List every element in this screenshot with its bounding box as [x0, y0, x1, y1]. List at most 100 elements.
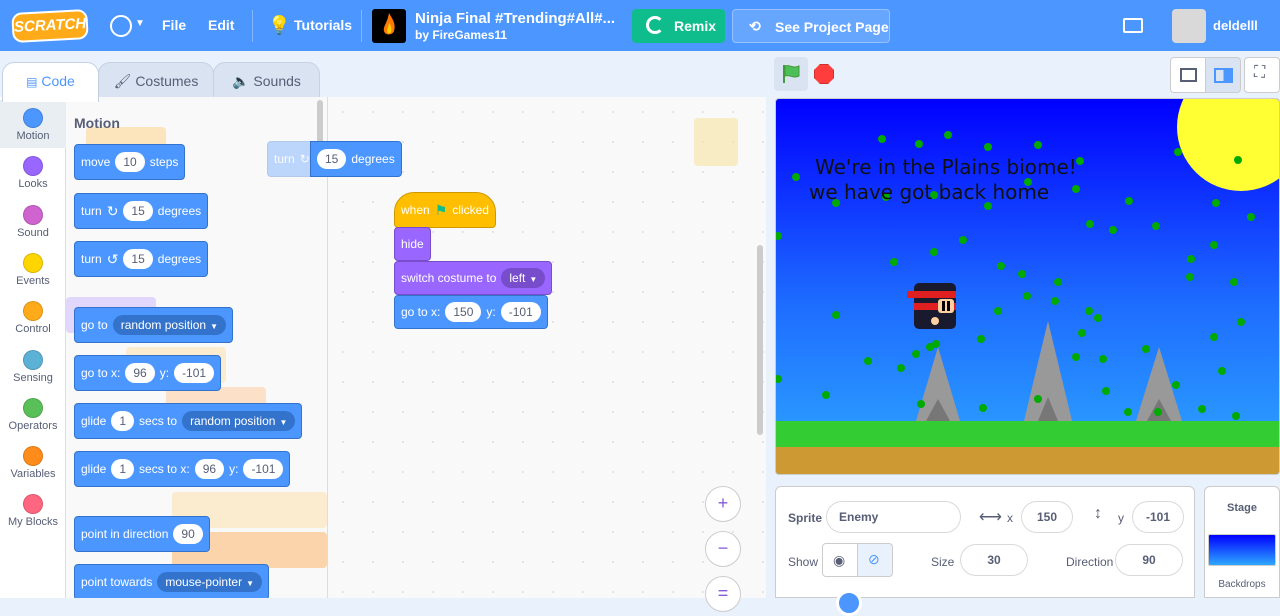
stage-say-line-1: We're in the Plains biome! [815, 155, 1077, 179]
point-direction-block[interactable]: point in direction 90 [74, 516, 210, 552]
tab-costumes-label: Costumes [135, 73, 199, 89]
direction-input[interactable]: 90 [173, 524, 203, 544]
stage-thumbnail[interactable] [1208, 534, 1276, 566]
category-control[interactable]: Control [0, 293, 66, 341]
sprite-label: Sprite [788, 511, 823, 525]
tab-sounds[interactable]: 🔈 Sounds [213, 62, 320, 100]
see-project-page-button[interactable]: ⟲ See Project Page [732, 9, 890, 43]
x-label: x [1007, 511, 1013, 525]
zoom-reset-button[interactable]: = [705, 576, 741, 612]
glide-to-block[interactable]: glide 1 secs to random position ▼ [74, 403, 303, 439]
show-hidden-button[interactable]: ⊘ [857, 543, 893, 577]
degrees-input[interactable]: 15 [317, 149, 347, 169]
sprite-name-input[interactable]: Enemy [826, 501, 961, 533]
block-text: clicked [452, 203, 489, 217]
target-dropdown[interactable]: random position ▼ [182, 411, 296, 431]
block-text: turn [81, 252, 102, 266]
point-towards-block[interactable]: point towards mouse-pointer ▼ [74, 564, 270, 598]
secs-input[interactable]: 1 [111, 411, 135, 431]
secs-input[interactable]: 1 [111, 459, 135, 479]
edit-menu[interactable]: Edit [208, 17, 234, 33]
x-input[interactable]: 150 [1021, 501, 1073, 533]
steps-input[interactable]: 10 [115, 152, 145, 172]
degrees-input[interactable]: 15 [123, 201, 153, 221]
fullscreen-button[interactable]: ⛶ [1244, 57, 1280, 93]
file-menu[interactable]: File [162, 17, 186, 33]
target-dropdown[interactable]: random position ▼ [112, 315, 227, 335]
x-input[interactable]: 96 [194, 459, 225, 479]
category-label: Sensing [13, 371, 53, 384]
block-text: glide [81, 414, 107, 428]
lightbulb-icon: 💡 [268, 15, 291, 35]
costume-dropdown[interactable]: left ▼ [501, 268, 546, 288]
tutorials-menu[interactable]: Tutorials [294, 17, 352, 33]
turn-right-block[interactable]: turn ↻ 15 degrees [74, 193, 209, 229]
zoom-out-button[interactable]: − [705, 531, 741, 567]
x-input[interactable]: 96 [125, 363, 155, 383]
zoom-in-button[interactable]: + [705, 486, 741, 522]
turn-left-block[interactable]: turn ↺ 15 degrees [74, 241, 209, 277]
category-label: Sound [17, 226, 49, 239]
y-input[interactable]: -101 [174, 363, 215, 383]
normal-stage-button[interactable] [1205, 57, 1241, 93]
go-to-xy-block[interactable]: go to x: 96 y: -101 [74, 355, 222, 391]
block-text: when [401, 203, 430, 217]
switch-costume-block[interactable]: switch costume to left ▼ [394, 261, 553, 295]
block-text: y: [486, 305, 496, 319]
username[interactable]: deldelll [1213, 18, 1258, 33]
workspace-scrollbar[interactable] [757, 245, 763, 435]
when-flag-clicked-block[interactable]: when ⚑ clicked [394, 192, 496, 228]
flame-icon [383, 13, 395, 35]
category-events[interactable]: Events [0, 245, 66, 293]
tab-code[interactable]: ▤ Code [2, 62, 99, 102]
category-operators[interactable]: Operators [0, 390, 66, 438]
x-input[interactable]: 150 [445, 302, 482, 322]
block-text: hide [401, 237, 424, 251]
go-to-xy-block[interactable]: go to x: 150 y: -101 [394, 295, 548, 329]
show-visible-button[interactable]: ◉ [822, 543, 858, 577]
tab-costumes[interactable]: 🖌 Costumes [98, 62, 214, 100]
small-stage-button[interactable] [1170, 57, 1206, 93]
block-text: steps [149, 155, 179, 169]
tab-sounds-label: Sounds [253, 73, 301, 89]
category-color-icon [23, 156, 43, 177]
sprite-thumbnail-watermark [694, 118, 738, 166]
block-text: turn [274, 152, 295, 166]
language-globe-icon[interactable] [110, 15, 132, 37]
category-color-icon [23, 397, 43, 418]
green-flag-icon: ⚑ [434, 201, 448, 218]
target-dropdown[interactable]: mouse-pointer ▼ [157, 572, 263, 592]
folder-icon[interactable] [1123, 18, 1143, 33]
category-motion[interactable]: Motion [0, 100, 66, 148]
green-flag-button[interactable] [774, 57, 808, 91]
go-to-block[interactable]: go to random position ▼ [74, 307, 234, 343]
category-sensing[interactable]: Sensing [0, 342, 66, 390]
eye-icon: ◉ [833, 552, 846, 568]
y-input[interactable]: -101 [1132, 501, 1184, 533]
stage-selector-pane[interactable]: Stage Backdrops [1204, 486, 1280, 598]
category-looks[interactable]: Looks [0, 148, 66, 196]
stage-canvas[interactable]: We're in the Plains biome! we have got b… [775, 98, 1280, 475]
sprite-list-scroll-thumb[interactable] [836, 590, 862, 616]
move-steps-block[interactable]: move 10 steps [74, 144, 186, 180]
remix-button[interactable]: Remix [632, 9, 725, 43]
y-input[interactable]: -101 [243, 459, 284, 479]
avatar[interactable] [1172, 9, 1206, 43]
category-my-blocks[interactable]: My Blocks [0, 486, 66, 534]
scratch-logo[interactable]: SCRATCH [11, 9, 89, 43]
palette-scrollbar[interactable] [317, 100, 323, 144]
block-text: switch costume to [401, 271, 497, 285]
glide-xy-block[interactable]: glide 1 secs to x: 96 y: -101 [74, 451, 291, 487]
project-title[interactable]: Ninja Final #Trending#All#... [415, 10, 615, 27]
category-label: Motion [16, 130, 50, 142]
stop-button[interactable] [814, 64, 834, 84]
degrees-input[interactable]: 15 [123, 249, 153, 269]
y-input[interactable]: -101 [500, 302, 541, 322]
direction-input[interactable]: 90 [1115, 544, 1183, 576]
hide-block[interactable]: hide [394, 227, 431, 261]
category-variables[interactable]: Variables [0, 438, 66, 486]
size-input[interactable]: 30 [960, 544, 1028, 576]
category-sound[interactable]: Sound [0, 197, 66, 245]
category-color-icon [23, 204, 43, 225]
drop-preview-turn-block[interactable]: 15 degrees [310, 141, 402, 177]
